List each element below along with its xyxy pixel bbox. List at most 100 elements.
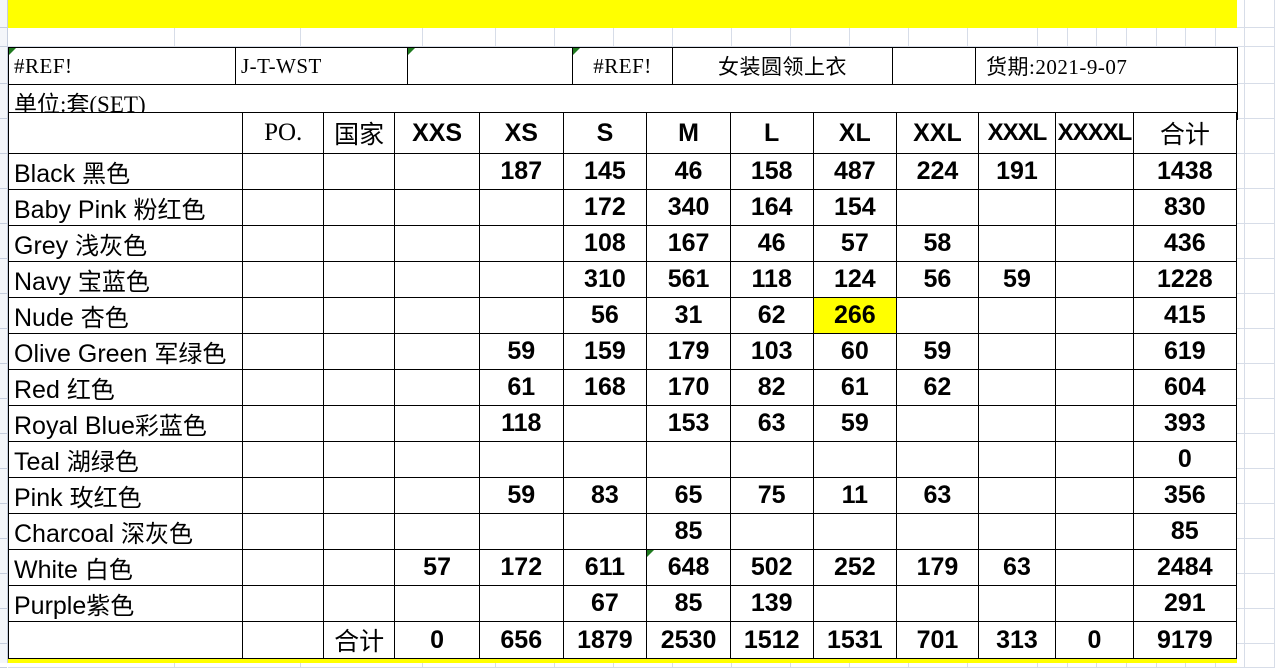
qty-cell-xxl[interactable]: 62	[896, 369, 979, 406]
qty-cell-l[interactable]: 63	[729, 405, 814, 442]
row-total-cell[interactable]: 291	[1132, 585, 1238, 622]
color-label-cell[interactable]: Baby Pink 粉红色	[7, 189, 244, 226]
row-total-cell[interactable]: 604	[1132, 369, 1238, 406]
delivery-date-cell[interactable]: 货期:2021-9-07	[975, 47, 1238, 85]
country-cell[interactable]	[322, 261, 396, 298]
row-header-cell[interactable]	[0, 644, 7, 668]
qty-cell-l[interactable]	[729, 441, 814, 478]
qty-cell-xxs[interactable]	[394, 297, 480, 334]
qty-cell-s[interactable]	[562, 513, 648, 550]
header-xxxxl[interactable]: XXXXL	[1055, 112, 1134, 154]
row-total-cell[interactable]: 436	[1132, 225, 1238, 262]
qty-cell-l[interactable]: 139	[729, 585, 814, 622]
row-total-cell[interactable]: 356	[1132, 477, 1238, 514]
color-label-cell[interactable]: Nude 杏色	[7, 297, 244, 334]
row-header-cell[interactable]	[0, 329, 7, 364]
color-label-cell[interactable]: Teal 湖绿色	[7, 441, 244, 478]
qty-cell-s[interactable]: 611	[562, 549, 648, 586]
po-cell[interactable]	[242, 261, 324, 298]
qty-cell-l[interactable]: 46	[729, 225, 814, 262]
product-name-cell[interactable]: 女装圆领上衣	[672, 47, 893, 85]
qty-cell-xxxxl[interactable]	[1055, 585, 1134, 622]
color-label-cell[interactable]: Royal Blue彩蓝色	[7, 405, 244, 442]
qty-cell-xxxxl[interactable]	[1055, 153, 1134, 190]
row-total-cell[interactable]: 415	[1132, 297, 1238, 334]
style-code-cell[interactable]: J-T-WST	[235, 47, 408, 85]
po-cell[interactable]	[242, 405, 324, 442]
row-total-cell[interactable]: 1438	[1132, 153, 1238, 190]
qty-cell-xs[interactable]: 118	[478, 405, 564, 442]
qty-cell-s[interactable]: 310	[562, 261, 648, 298]
qty-cell-xxxl[interactable]	[977, 441, 1057, 478]
header-xl[interactable]: XL	[812, 112, 898, 154]
qty-cell-xs[interactable]: 172	[478, 549, 564, 586]
qty-cell-m[interactable]: 85	[646, 585, 731, 622]
qty-cell-m[interactable]: 179	[646, 333, 731, 370]
qty-cell-m[interactable]: 170	[646, 369, 731, 406]
po-cell[interactable]	[242, 225, 324, 262]
row-header-cell[interactable]	[0, 539, 7, 574]
qty-cell-xxxxl[interactable]	[1055, 369, 1134, 406]
color-label-cell[interactable]: Charcoal 深灰色	[7, 513, 244, 550]
qty-cell-xs[interactable]: 59	[478, 477, 564, 514]
blank-info-cell[interactable]	[407, 47, 573, 85]
qty-cell-xxxxl[interactable]	[1055, 225, 1134, 262]
qty-cell-xl[interactable]: 60	[812, 333, 898, 370]
qty-cell-xs[interactable]	[478, 297, 564, 334]
qty-cell-xl[interactable]: 59	[812, 405, 898, 442]
header-xxxl[interactable]: XXXL	[977, 112, 1057, 154]
qty-cell-xxs[interactable]	[394, 153, 480, 190]
qty-cell-xs[interactable]: 59	[478, 333, 564, 370]
qty-cell-xxl[interactable]	[896, 441, 979, 478]
qty-cell-l[interactable]: 164	[729, 189, 814, 226]
row-header-cell[interactable]	[0, 119, 7, 154]
qty-cell-m[interactable]: 85	[646, 513, 731, 550]
qty-cell-s[interactable]: 168	[562, 369, 648, 406]
qty-cell-l[interactable]: 502	[729, 549, 814, 586]
qty-cell-s[interactable]: 172	[562, 189, 648, 226]
color-label-cell[interactable]: Pink 玫红色	[7, 477, 244, 514]
qty-cell-s[interactable]	[562, 405, 648, 442]
row-header-cell[interactable]	[0, 469, 7, 504]
qty-cell-s[interactable]: 67	[562, 585, 648, 622]
po-cell[interactable]	[242, 441, 324, 478]
qty-cell-xxl[interactable]: 63	[896, 477, 979, 514]
qty-cell-xl[interactable]: 61	[812, 369, 898, 406]
row-header-cell[interactable]	[0, 28, 7, 47]
row-header-cell[interactable]	[0, 189, 7, 224]
qty-cell-xxxl[interactable]	[977, 405, 1057, 442]
qty-cell-l[interactable]: 62	[729, 297, 814, 334]
qty-cell-xxxl[interactable]	[977, 189, 1057, 226]
qty-cell-xxl[interactable]: 58	[896, 225, 979, 262]
qty-cell-xxxl[interactable]	[977, 225, 1057, 262]
row-total-cell[interactable]: 85	[1132, 513, 1238, 550]
column-total-m[interactable]: 2530	[646, 621, 731, 659]
country-cell[interactable]	[322, 513, 396, 550]
qty-cell-xxxl[interactable]	[977, 513, 1057, 550]
header-xs[interactable]: XS	[478, 112, 564, 154]
column-total-xs[interactable]: 656	[478, 621, 564, 659]
qty-cell-m[interactable]: 46	[646, 153, 731, 190]
po-cell[interactable]	[242, 549, 324, 586]
column-total-xxxxl[interactable]: 0	[1055, 621, 1134, 659]
qty-cell-xxs[interactable]	[394, 477, 480, 514]
header-color[interactable]	[7, 112, 244, 154]
qty-cell-xxs[interactable]: 57	[394, 549, 480, 586]
qty-cell-m[interactable]: 561	[646, 261, 731, 298]
qty-cell-l[interactable]: 75	[729, 477, 814, 514]
row-header-cell[interactable]	[0, 609, 7, 644]
row-header-cell[interactable]	[0, 47, 7, 84]
qty-cell-xxl[interactable]	[896, 189, 979, 226]
qty-cell-xxl[interactable]: 224	[896, 153, 979, 190]
po-cell[interactable]	[242, 189, 324, 226]
column-total-xxs[interactable]: 0	[394, 621, 480, 659]
qty-cell-xxl[interactable]	[896, 513, 979, 550]
header-xxl[interactable]: XXL	[896, 112, 979, 154]
qty-cell-xxs[interactable]	[394, 189, 480, 226]
color-label-cell[interactable]: Red 红色	[7, 369, 244, 406]
qty-cell-s[interactable]	[562, 441, 648, 478]
qty-cell-xxxxl[interactable]	[1055, 441, 1134, 478]
totals-label-cell[interactable]: 合计	[322, 621, 396, 659]
header-m[interactable]: M	[646, 112, 731, 154]
column-total-xl[interactable]: 1531	[812, 621, 898, 659]
